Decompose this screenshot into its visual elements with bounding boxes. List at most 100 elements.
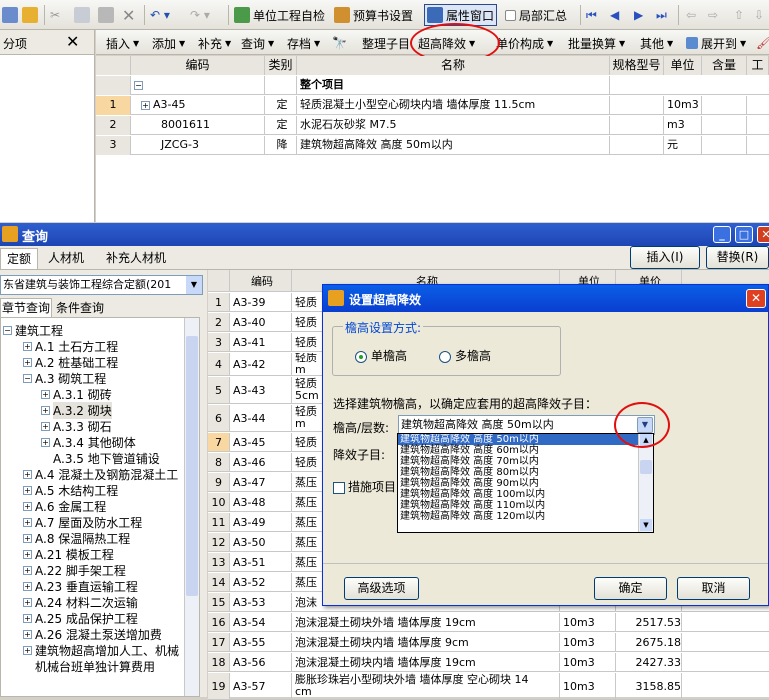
batch-convert-menu[interactable]: 批量换算 ▼ [568, 33, 625, 53]
arrow-up-icon[interactable]: ⇧ [734, 4, 744, 26]
last-icon[interactable]: ⏭ [656, 4, 667, 26]
maximize-icon[interactable]: □ [735, 226, 753, 243]
grid-icon[interactable] [2, 4, 21, 26]
scroll-down-icon[interactable]: ▼ [640, 519, 652, 531]
supplement-menu[interactable]: 补充 ▼ [198, 33, 231, 53]
table-row[interactable]: 17 A3-55 泡沫混凝土砌块内墙 墙体厚度 9cm 10m3 2675.18 [208, 633, 769, 652]
tab-labor-material[interactable]: 人材机 [42, 248, 90, 269]
row-number: 3 [208, 333, 230, 351]
tree-item[interactable]: + A.3.3 砌石 [41, 418, 112, 435]
cut-icon[interactable]: ✂ [50, 4, 60, 26]
tree-item[interactable]: + A.6 金属工程 [23, 498, 106, 515]
organize-button[interactable]: 整理子目 [362, 33, 410, 53]
tree-item[interactable]: + A.3.1 砌砖 [41, 386, 112, 403]
tree-item[interactable]: + A.3.4 其他砌体 [41, 434, 136, 451]
measure-checkbox[interactable]: 措施项目 [333, 478, 396, 495]
unit-check-button[interactable]: 单位工程自检 [234, 4, 325, 26]
arrow-left-icon[interactable]: ⇦ [686, 4, 696, 26]
ok-button[interactable]: 确定 [594, 577, 667, 600]
paste-icon[interactable] [98, 4, 117, 26]
first-icon[interactable]: ⏮ [586, 4, 597, 26]
other-menu[interactable]: 其他 ▼ [640, 33, 673, 53]
redo-icon[interactable]: ↷ ▾ [190, 4, 210, 26]
tree-item[interactable]: + A.2 桩基础工程 [23, 354, 118, 371]
table-row[interactable]: 18 A3-56 泡沫混凝土砌块内墙 墙体厚度 19cm 10m3 2427.33 [208, 653, 769, 672]
minimize-icon[interactable]: _ [713, 226, 731, 243]
tree-item[interactable]: + A.23 垂直运输工程 [23, 578, 138, 595]
tree-item[interactable]: + A.25 成品保护工程 [23, 610, 138, 627]
table-row[interactable]: 19 A3-57 膨胀珍珠岩小型砌块外墙 墙体厚度 空心砌块 14 cm 10m3 315… [208, 673, 769, 700]
tree-item[interactable]: A.3.5 地下管道铺设 [53, 450, 160, 467]
table-row[interactable]: 16 A3-54 泡沫混凝土砌块外墙 墙体厚度 19cm 10m3 2517.53 [208, 613, 769, 632]
tree-item[interactable]: + A.26 混凝土泵送增加费 [23, 626, 162, 643]
brush-icon[interactable]: 🖌 [756, 33, 769, 53]
dropdown-option[interactable]: 建筑物超高降效 高度 70m以内 [398, 456, 638, 467]
tree-item[interactable]: − A.3 砌筑工程 [23, 370, 106, 387]
table-row[interactable]: 1 + A3-45 定 轻质混凝土小型空心砌块内墙 墙体厚度 11.5cm 10m… [96, 96, 769, 115]
dropdown-option[interactable]: 建筑物超高降效 高度 80m以内 [398, 467, 638, 478]
tree-item[interactable]: + A.3.2 砌块 [41, 402, 112, 419]
insert-menu[interactable]: 插入 ▼ [106, 33, 139, 53]
insert-button[interactable]: 插入(I) [630, 246, 700, 269]
budget-settings-button[interactable]: 预算书设置 [334, 4, 413, 26]
radio-multi-eave[interactable]: 多檐高 [439, 347, 491, 364]
next-icon[interactable]: ▶ [634, 4, 643, 26]
copy-icon[interactable] [74, 4, 93, 26]
open-icon[interactable] [22, 4, 41, 26]
partial-summary-checkbox[interactable]: 局部汇总 [505, 4, 567, 26]
save-menu[interactable]: 存档 ▼ [287, 33, 320, 53]
undo-icon[interactable]: ↶ ▾ [150, 4, 170, 26]
tree-item[interactable]: + A.8 保温隔热工程 [23, 530, 130, 547]
tab-chapter-query[interactable]: 章节查询 [0, 298, 52, 317]
tree-item[interactable]: + 建筑物超高增加人工、机械 [23, 642, 179, 659]
tree-item[interactable]: + A.22 脚手架工程 [23, 562, 126, 579]
tree-item[interactable]: 机械台班单独计算费用 [35, 658, 155, 675]
dropdown-option[interactable]: 建筑物超高降效 高度 110m以内 [398, 500, 638, 511]
row-code: A3-55 [230, 633, 292, 651]
unit-price-menu[interactable]: 单价构成 ▼ [496, 33, 553, 53]
dropdown-option[interactable]: 建筑物超高降效 高度 90m以内 [398, 478, 638, 489]
dropdown-option[interactable]: 建筑物超高降效 高度 60m以内 [398, 445, 638, 456]
tree-scrollbar[interactable] [184, 318, 199, 696]
dropdown-option[interactable]: 建筑物超高降效 高度 120m以内 [398, 511, 638, 522]
table-row[interactable]: 2 8001611 定 水泥石灰砂浆 M7.5 m3 [96, 116, 769, 135]
query-menu[interactable]: 查询 ▼ [241, 33, 274, 53]
add-menu[interactable]: 添加 ▼ [152, 33, 185, 53]
tree-item[interactable]: + A.5 木结构工程 [23, 482, 118, 499]
close-icon[interactable]: ✕ [66, 32, 79, 51]
dropdown-option[interactable]: 建筑物超高降效 高度 50m以内 [398, 434, 638, 445]
arrow-down-icon[interactable]: ⇩ [754, 4, 764, 26]
row-unit: 10m3 [560, 633, 616, 651]
table-row[interactable]: 3 JZCG-3 降 建筑物超高降效 高度 50m以内 元 [96, 136, 769, 155]
expand-to-menu[interactable]: 展开到 ▼ [686, 33, 746, 53]
row-code: A3-43 [230, 377, 292, 403]
dropdown-option[interactable]: 建筑物超高降效 高度 100m以内 [398, 489, 638, 500]
database-select[interactable]: 东省建筑与装饰工程综合定额(201 ▼ [0, 275, 203, 295]
query-window-icon [2, 226, 18, 242]
dropdown-scrollbar[interactable]: ▲ ▼ [638, 434, 653, 532]
chevron-down-icon[interactable]: ▼ [186, 276, 202, 294]
radio-single-eave[interactable]: 单檐高 [355, 347, 407, 364]
tab-condition-query[interactable]: 条件查询 [53, 299, 107, 317]
tree-item[interactable]: + A.24 材料二次运输 [23, 594, 138, 611]
tree-item[interactable]: + A.1 土石方工程 [23, 338, 118, 355]
cancel-button[interactable]: 取消 [677, 577, 750, 600]
replace-button[interactable]: 替换(R) [706, 246, 769, 269]
binoculars-icon[interactable]: 🔭 [332, 33, 347, 53]
section-row[interactable]: − 整个项目 [96, 76, 769, 95]
left-panel-header: 分项 ✕ [0, 30, 95, 55]
tree-item[interactable]: + A.4 混凝土及钢筋混凝土工 [23, 466, 178, 483]
tab-supplement-material[interactable]: 补充人材机 [100, 248, 172, 269]
grid-header-row: 编码 类别 名称 规格型号 单位 含量 工 [96, 56, 769, 75]
tree-item[interactable]: + A.21 模板工程 [23, 546, 114, 563]
close-icon[interactable]: ✕ [746, 289, 766, 308]
prev-icon[interactable]: ◀ [610, 4, 619, 26]
tree-item[interactable]: − 建筑工程 [3, 322, 63, 339]
arrow-right-icon[interactable]: ⇨ [708, 4, 718, 26]
advanced-options-button[interactable]: 高级选项 [344, 577, 419, 600]
close-icon[interactable]: ✕ [757, 226, 769, 243]
row-price: 2517.53 [616, 613, 682, 631]
tab-quota[interactable]: 定额 [0, 248, 39, 269]
tree-item[interactable]: + A.7 屋面及防水工程 [23, 514, 142, 531]
delete-icon[interactable]: ✕ [122, 4, 135, 26]
